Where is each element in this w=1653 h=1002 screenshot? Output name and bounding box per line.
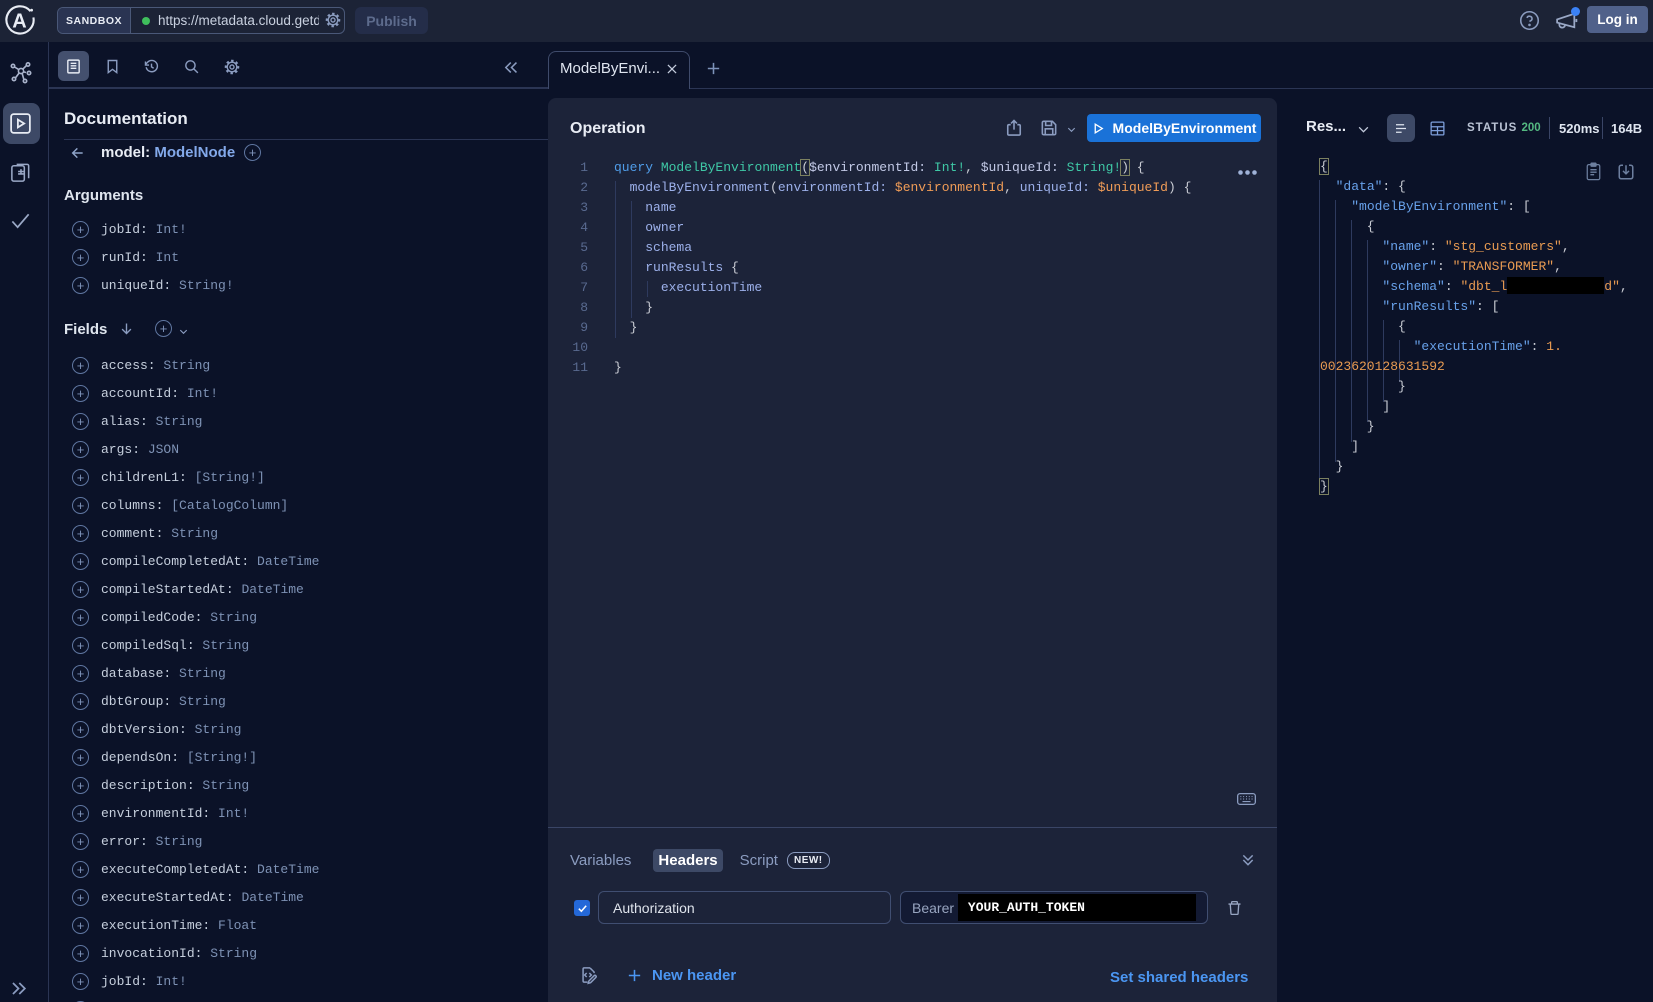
svg-text:A: A <box>12 11 26 33</box>
